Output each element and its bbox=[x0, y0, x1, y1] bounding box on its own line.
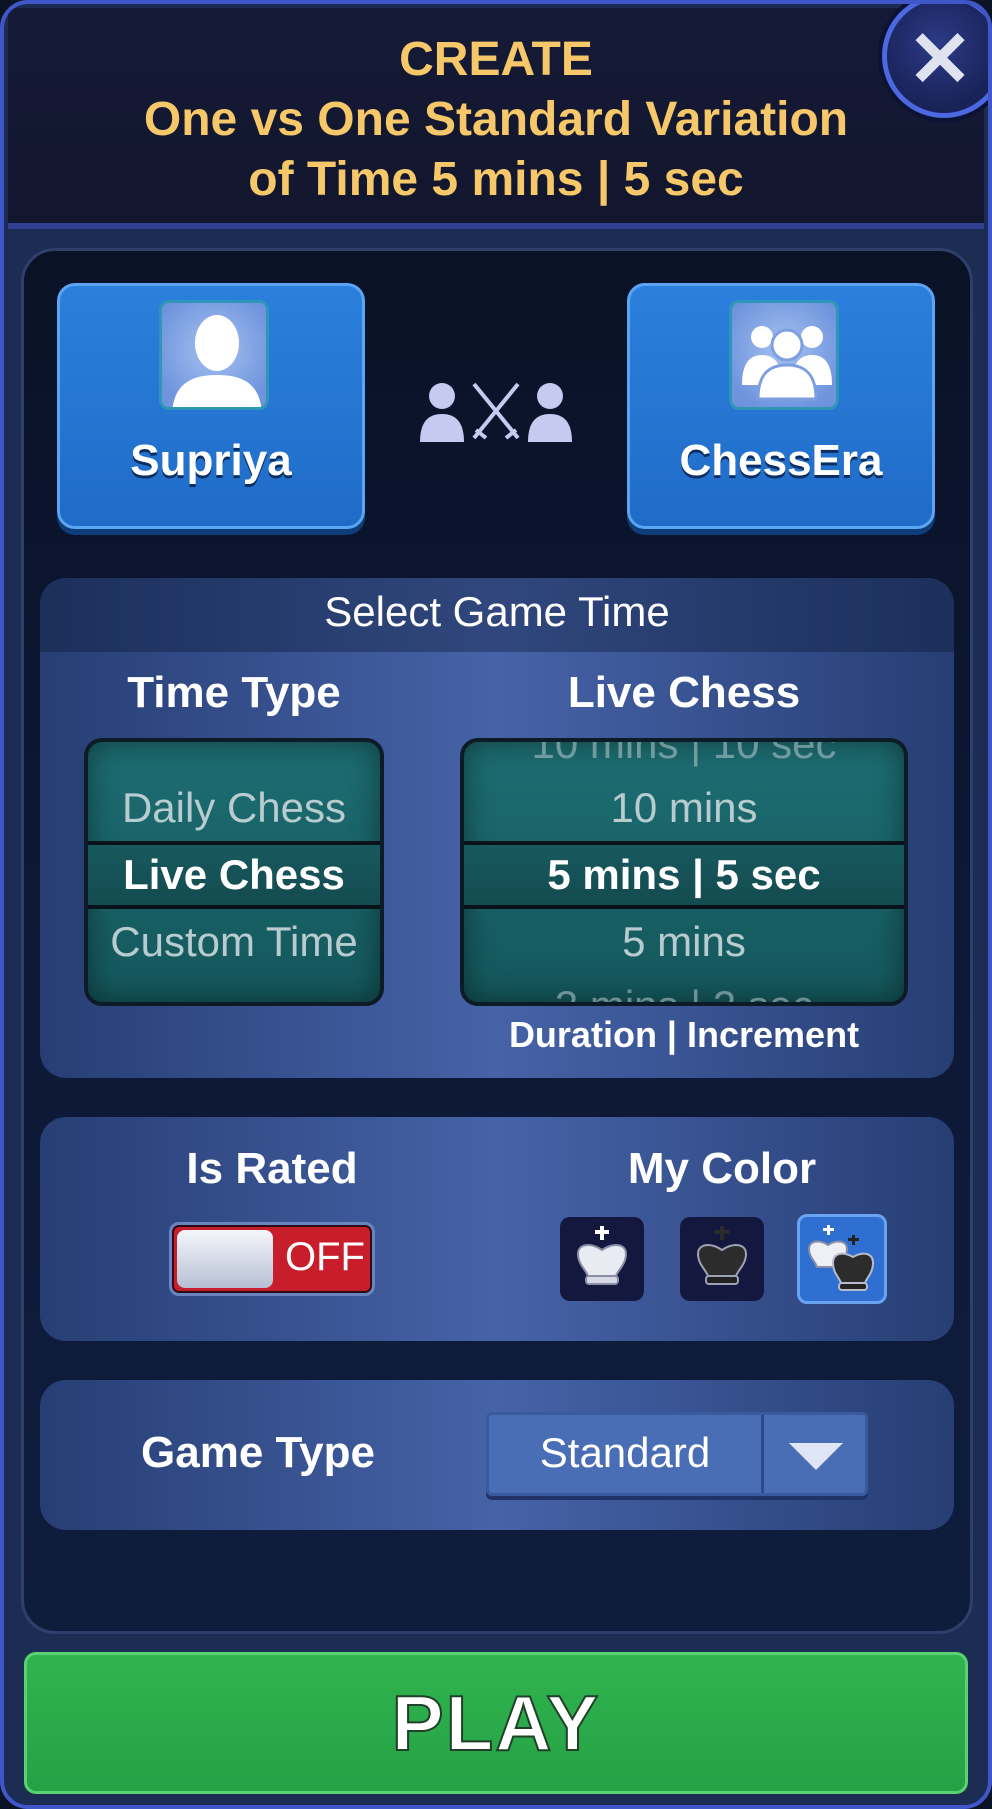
black-king-icon bbox=[696, 1226, 748, 1285]
game-type-dropdown[interactable]: Standard bbox=[486, 1412, 868, 1496]
avatar bbox=[159, 300, 269, 410]
is-rated-title: Is Rated bbox=[186, 1144, 358, 1193]
live-time-option[interactable]: 5 mins bbox=[464, 918, 904, 966]
live-time-option[interactable]: 3 mins | 2 sec bbox=[464, 982, 904, 1002]
group-avatar bbox=[729, 300, 839, 410]
time-type-selected[interactable]: Live Chess bbox=[88, 841, 380, 909]
white-king-icon bbox=[576, 1226, 628, 1285]
player-name-opponent: ChessEra bbox=[679, 436, 883, 485]
duration-increment-label: Duration | Increment bbox=[508, 1014, 860, 1055]
play-button-label: PLAY bbox=[391, 1678, 601, 1768]
live-time-picker[interactable]: 10 mins | 10 sec 10 mins 5 mins | 5 sec … bbox=[460, 738, 908, 1006]
random-kings-icon bbox=[807, 1225, 875, 1291]
play-button[interactable]: PLAY bbox=[24, 1652, 968, 1794]
close-icon: ✕ bbox=[907, 14, 973, 103]
live-time-option[interactable]: 10 mins bbox=[464, 784, 904, 832]
time-type-option[interactable]: Daily Chess bbox=[88, 784, 380, 832]
live-chess-title: Live Chess bbox=[567, 668, 801, 717]
header-subtitle-line1: One vs One Standard Variation bbox=[143, 93, 849, 146]
create-game-dialog: CREATE One vs One Standard Variation of … bbox=[0, 0, 992, 1809]
toggle-state-label: OFF bbox=[285, 1235, 365, 1279]
color-black-button[interactable] bbox=[680, 1217, 764, 1301]
player-card-self[interactable]: Supriya bbox=[57, 283, 365, 529]
header-subtitle-line2: of Time 5 mins | 5 sec bbox=[248, 153, 744, 206]
time-type-picker[interactable]: Daily Chess Live Chess Custom Time bbox=[84, 738, 384, 1006]
dropdown-divider bbox=[761, 1415, 764, 1493]
rated-toggle[interactable]: OFF bbox=[169, 1222, 375, 1296]
my-color-title: My Color bbox=[627, 1144, 817, 1193]
game-type-label: Game Type bbox=[141, 1428, 375, 1477]
player-card-opponent[interactable]: ChessEra bbox=[627, 283, 935, 529]
section-title: Select Game Time bbox=[324, 588, 670, 635]
chevron-down-icon bbox=[789, 1443, 843, 1470]
header-title: CREATE bbox=[399, 33, 593, 86]
toggle-knob bbox=[177, 1230, 273, 1288]
color-random-button[interactable] bbox=[797, 1214, 887, 1304]
dialog-header: CREATE One vs One Standard Variation of … bbox=[8, 8, 984, 229]
user-silhouette-icon bbox=[172, 315, 262, 407]
versus-icon bbox=[420, 382, 572, 442]
color-white-button[interactable] bbox=[560, 1217, 644, 1301]
game-type-value: Standard bbox=[539, 1429, 711, 1476]
time-type-title: Time Type bbox=[127, 668, 341, 717]
time-type-option[interactable]: Custom Time bbox=[88, 918, 380, 966]
player-name-self: Supriya bbox=[130, 436, 292, 485]
live-time-selected[interactable]: 5 mins | 5 sec bbox=[464, 841, 904, 909]
live-time-option[interactable]: 10 mins | 10 sec bbox=[464, 742, 904, 768]
group-icon bbox=[742, 326, 832, 401]
